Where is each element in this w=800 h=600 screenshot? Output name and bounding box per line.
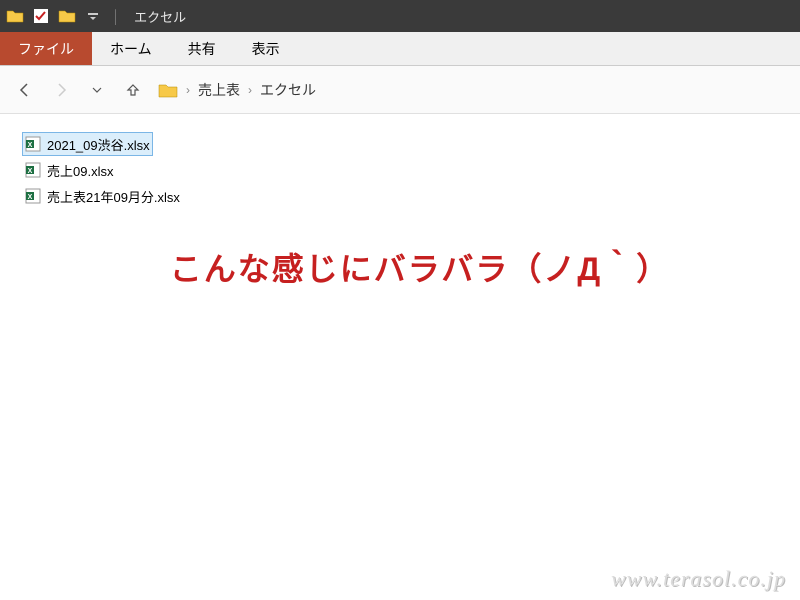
breadcrumb-part[interactable]: 売上表 — [198, 80, 240, 100]
file-name: 売上表21年09月分.xlsx — [47, 187, 180, 206]
excel-file-icon: X — [25, 188, 41, 204]
tab-share[interactable]: 共有 — [170, 32, 234, 65]
back-button[interactable] — [14, 79, 36, 101]
svg-text:X: X — [28, 142, 33, 149]
up-button[interactable] — [122, 79, 144, 101]
nav-toolbar: › 売上表 › エクセル — [0, 66, 800, 114]
recent-dropdown-icon[interactable] — [86, 79, 108, 101]
watermark: www.terasol.co.jp — [611, 566, 786, 592]
file-name: 売上09.xlsx — [47, 161, 113, 180]
annotation-text: こんな感じにバラバラ（ノД｀） — [80, 244, 760, 290]
file-item[interactable]: X 2021_09渋谷.xlsx — [22, 132, 153, 156]
folder-icon — [58, 7, 76, 25]
excel-file-icon: X — [25, 136, 41, 152]
breadcrumb-part[interactable]: エクセル — [260, 80, 316, 100]
svg-text:X: X — [28, 168, 33, 175]
titlebar: │ エクセル — [0, 0, 800, 32]
tab-view[interactable]: 表示 — [234, 32, 298, 65]
dropdown-icon[interactable] — [84, 7, 102, 25]
titlebar-separator: │ — [112, 9, 120, 24]
breadcrumb[interactable]: › 売上表 › エクセル — [158, 80, 316, 100]
tab-home[interactable]: ホーム — [92, 32, 170, 65]
forward-button[interactable] — [50, 79, 72, 101]
window-title: エクセル — [134, 7, 186, 26]
chevron-right-icon: › — [186, 83, 190, 97]
file-name: 2021_09渋谷.xlsx — [47, 135, 150, 154]
ribbon-tabs: ファイル ホーム 共有 表示 — [0, 32, 800, 66]
checklist-icon[interactable] — [32, 7, 50, 25]
tab-file[interactable]: ファイル — [0, 32, 92, 65]
file-item[interactable]: X 売上表21年09月分.xlsx — [22, 184, 183, 208]
breadcrumb-folder-icon — [158, 80, 178, 100]
svg-text:X: X — [28, 194, 33, 201]
folder-icon — [6, 7, 24, 25]
chevron-right-icon: › — [248, 83, 252, 97]
excel-file-icon: X — [25, 162, 41, 178]
file-item[interactable]: X 売上09.xlsx — [22, 158, 116, 182]
file-list: X 2021_09渋谷.xlsx X 売上09.xlsx X 売上表21年09月… — [0, 114, 800, 600]
